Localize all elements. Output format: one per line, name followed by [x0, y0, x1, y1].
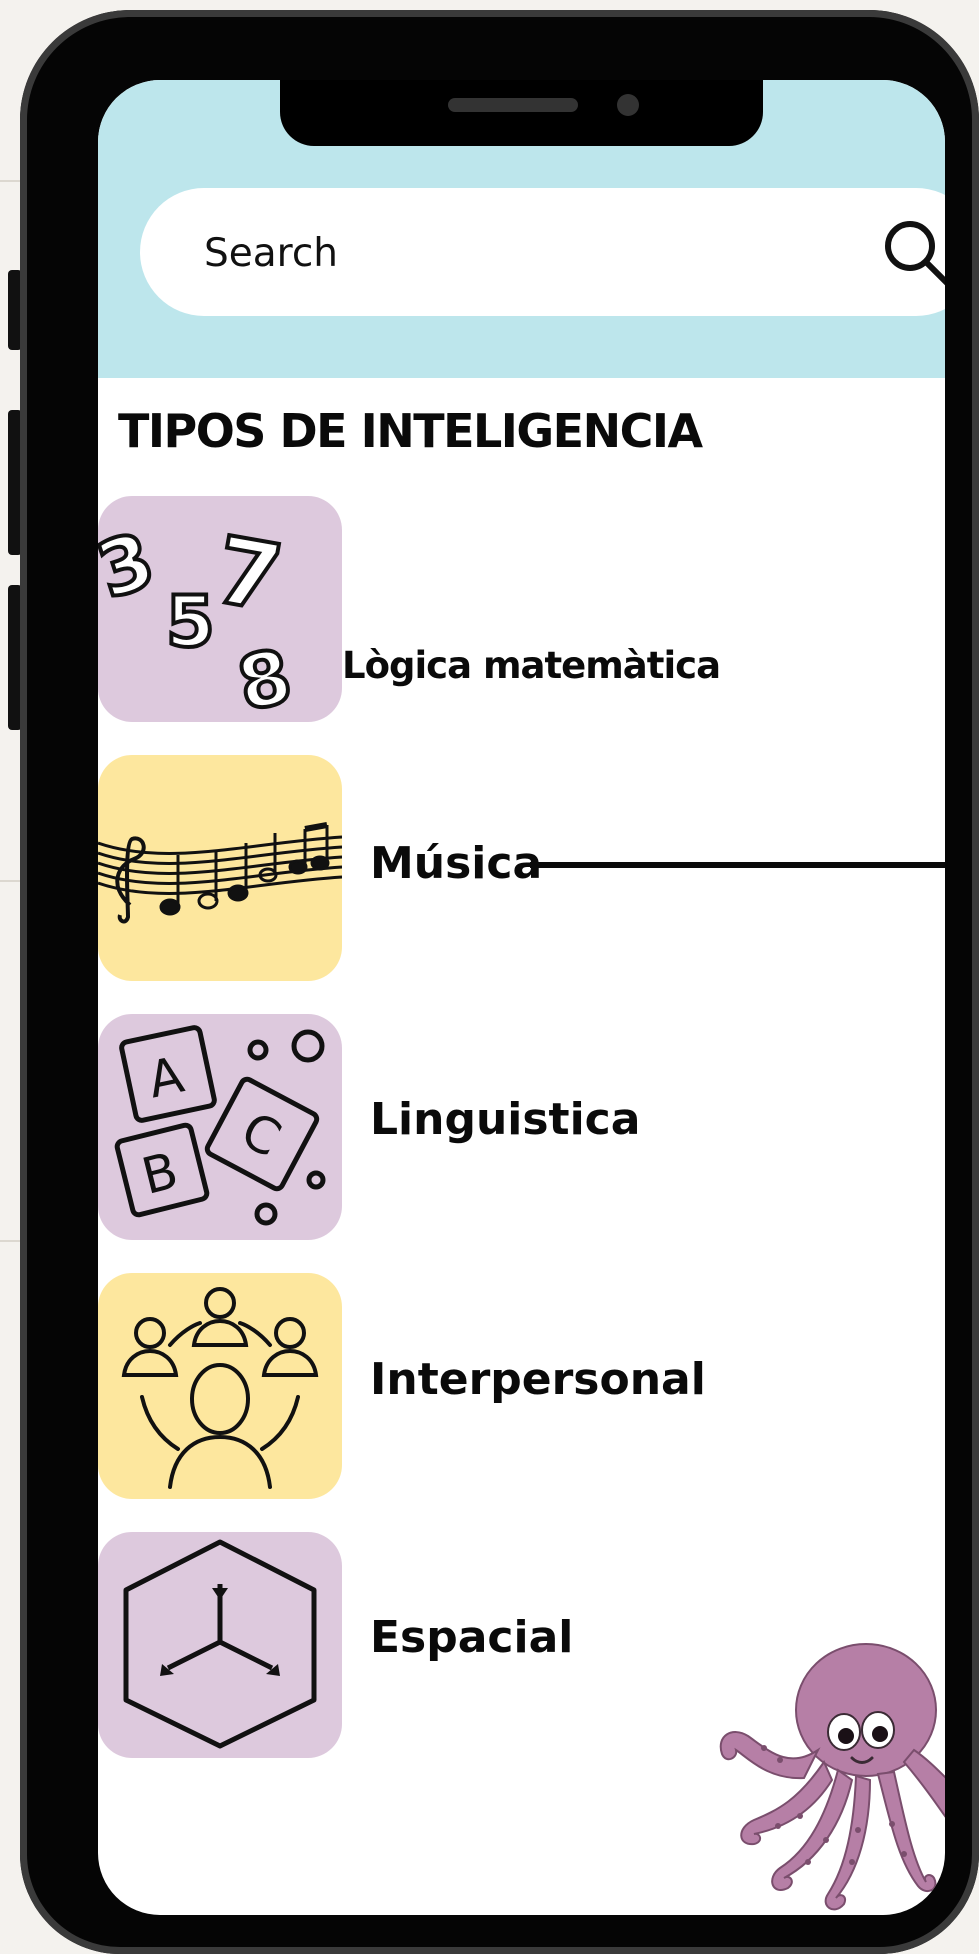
phone-frame: TIPOS DE INTELIGENCIA 3 5 7 8 Lògica mat… — [20, 10, 979, 1954]
card-logica-matematica[interactable]: 3 5 7 8 — [98, 496, 342, 722]
svg-text:5: 5 — [166, 581, 215, 663]
abc-blocks-icon: A B C — [114, 1025, 326, 1226]
numbers-icon: 3 5 7 8 — [98, 513, 301, 722]
item-label-linguistica[interactable]: Linguistica — [370, 1094, 640, 1145]
phone-notch — [280, 80, 763, 146]
svg-text:7: 7 — [208, 516, 290, 632]
speaker-grille — [448, 98, 578, 112]
octopus-mascot — [719, 1643, 945, 1911]
connector-line — [530, 862, 945, 868]
search-bar[interactable] — [140, 188, 945, 316]
card-linguistica[interactable]: A B C — [98, 1014, 342, 1240]
search-icon[interactable] — [880, 216, 945, 292]
item-label-interpersonal[interactable]: Interpersonal — [370, 1354, 706, 1405]
card-espacial[interactable] — [98, 1532, 342, 1758]
svg-text:3: 3 — [98, 515, 165, 616]
search-input[interactable] — [202, 224, 706, 282]
item-label-musica[interactable]: Música — [370, 838, 542, 889]
svg-text:B: B — [136, 1141, 183, 1206]
item-label-espacial[interactable]: Espacial — [370, 1612, 573, 1663]
people-group-icon — [121, 1287, 319, 1489]
card-interpersonal[interactable] — [98, 1273, 342, 1499]
app-screen: TIPOS DE INTELIGENCIA 3 5 7 8 Lògica mat… — [98, 80, 945, 1915]
music-notes-icon — [98, 822, 342, 924]
section-title: TIPOS DE INTELIGENCIA — [118, 404, 703, 458]
svg-text:8: 8 — [231, 633, 299, 722]
card-musica[interactable] — [98, 755, 342, 981]
svg-text:C: C — [232, 1101, 290, 1169]
front-camera — [617, 94, 639, 116]
cube-icon — [123, 1539, 317, 1749]
item-label-logica[interactable]: Lògica matemàtica — [342, 644, 721, 687]
svg-text:A: A — [143, 1046, 189, 1110]
